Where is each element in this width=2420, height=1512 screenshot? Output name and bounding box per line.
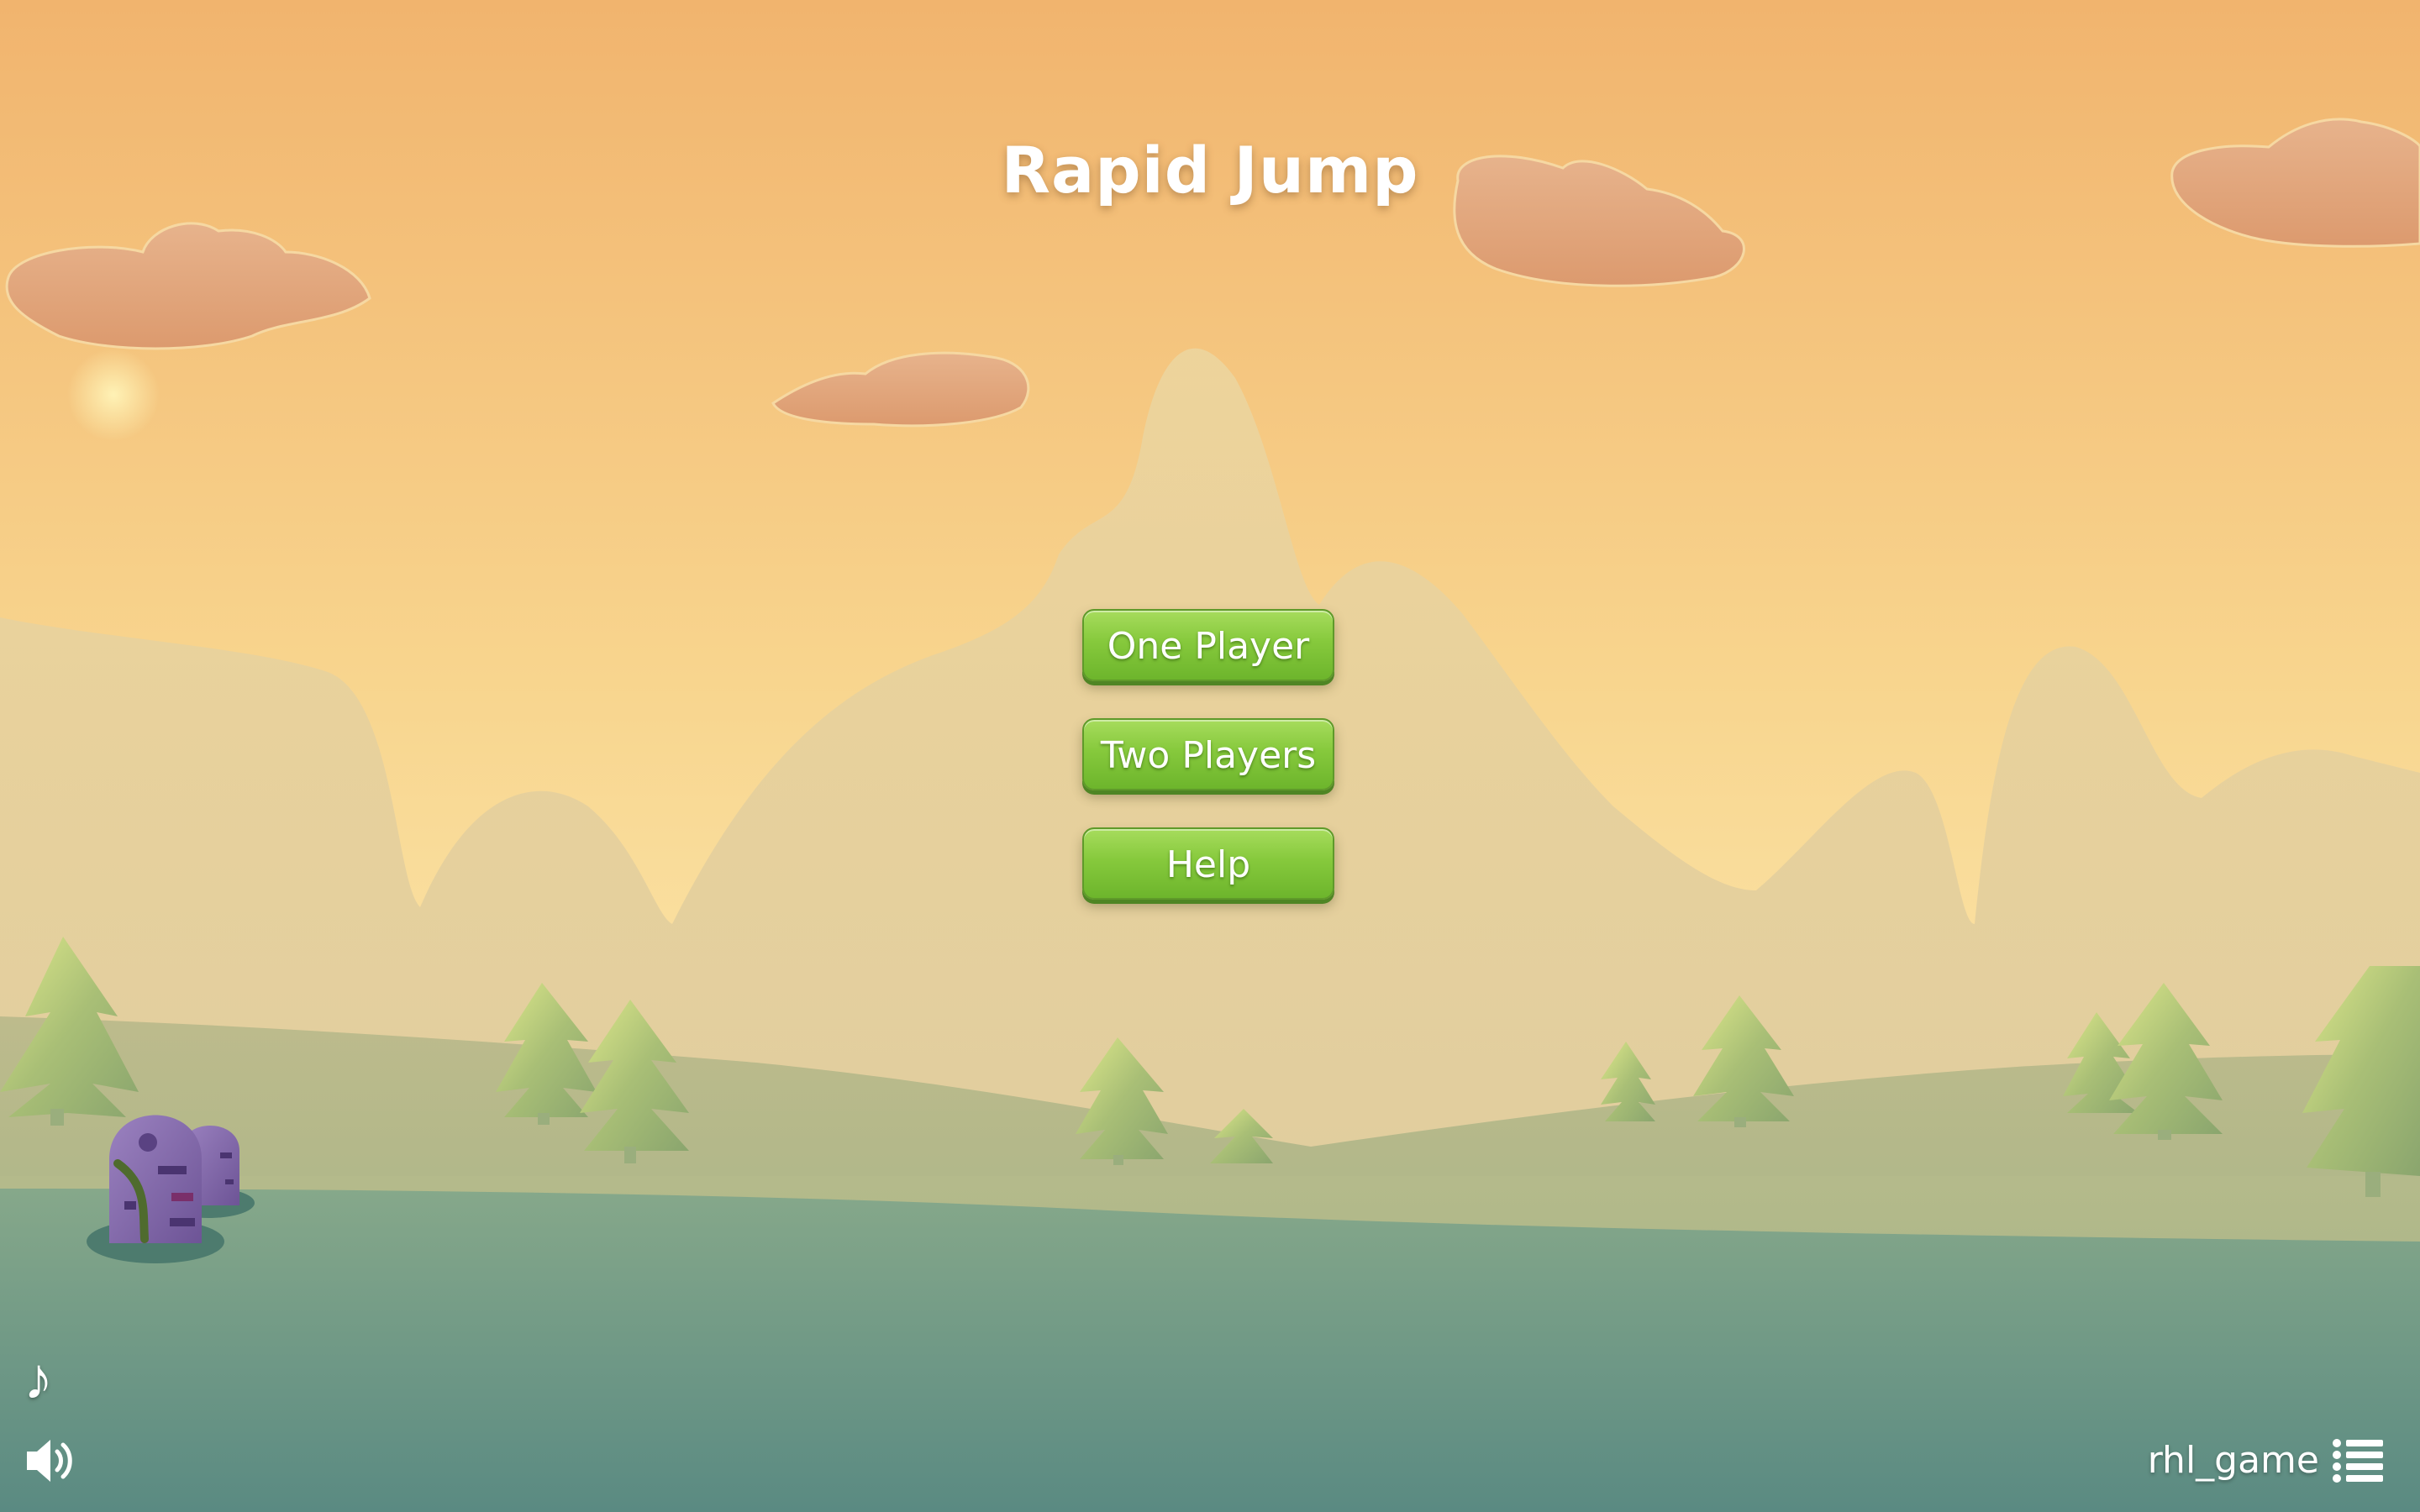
ground	[0, 1189, 2420, 1512]
music-note-icon[interactable]: ♪	[24, 1348, 74, 1409]
game-title: Rapid Jump	[1001, 133, 1419, 207]
username-label[interactable]: rhl_game	[2148, 1433, 2319, 1488]
list-menu-icon[interactable]	[2331, 1436, 2385, 1483]
help-button[interactable]: Help	[1082, 827, 1334, 900]
speaker-volume-icon[interactable]	[24, 1433, 76, 1488]
one-player-button[interactable]: One Player	[1082, 609, 1334, 681]
two-players-button[interactable]: Two Players	[1082, 718, 1334, 790]
sun	[67, 349, 160, 441]
